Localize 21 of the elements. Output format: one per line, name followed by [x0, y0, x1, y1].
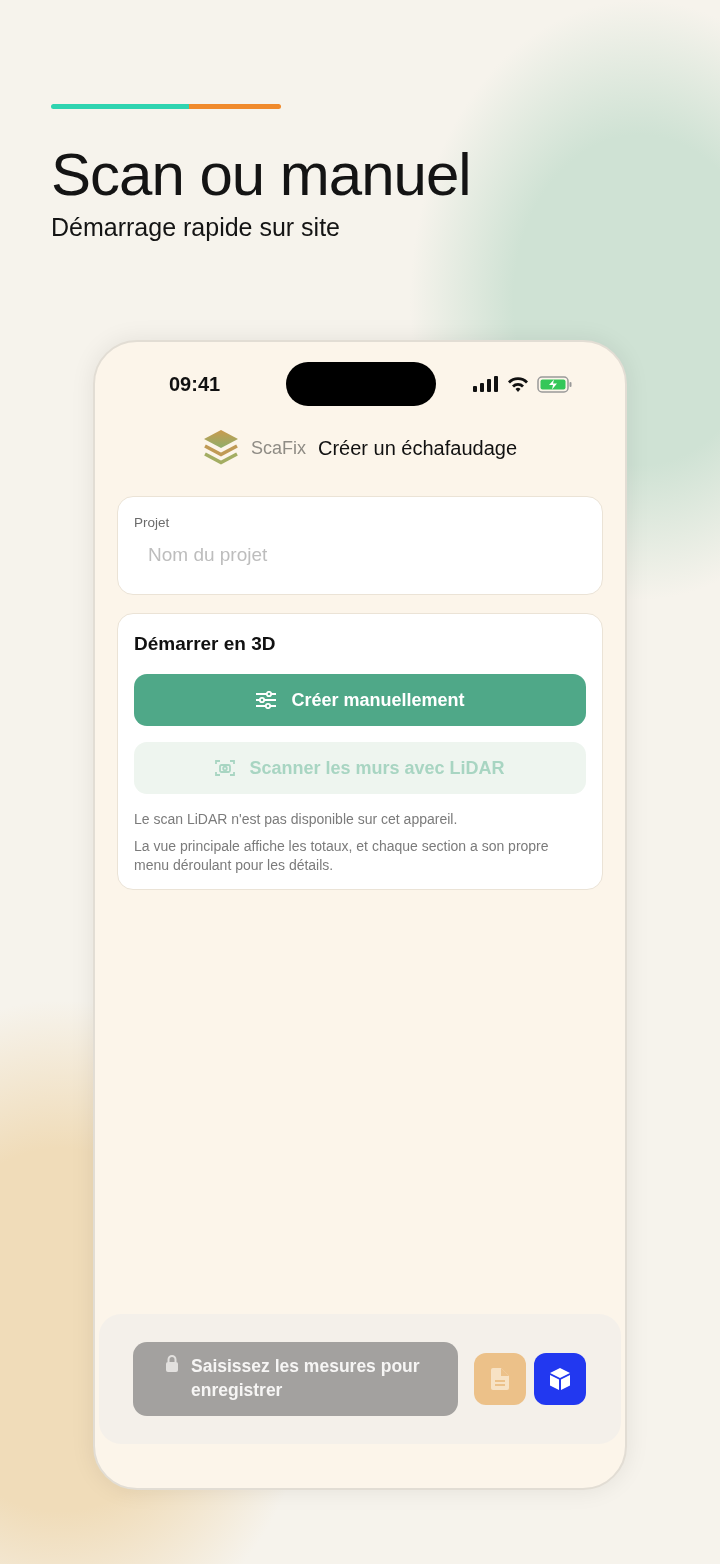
section-title: Démarrer en 3D [134, 631, 277, 656]
cube-icon [549, 1367, 571, 1391]
field-label: Projet [134, 514, 171, 532]
brand-name: ScaFix [250, 436, 306, 460]
signal-icon [473, 376, 499, 392]
subtitle: Démarrage rapide sur site [51, 212, 341, 243]
document-icon [491, 1368, 509, 1390]
screen-title: Créer un échafaudage [318, 436, 518, 461]
info-text: La vue principale affiche les totaux, et chaque section a son propre menu déroulant pour les détails. [134, 837, 550, 875]
layers-logo-icon [202, 429, 239, 467]
wifi-icon [507, 376, 529, 392]
camera-scan-icon [215, 759, 236, 778]
lock-icon [165, 1354, 179, 1372]
status-time: 09:41 [169, 372, 222, 397]
cube-button[interactable] [534, 1353, 586, 1405]
info-text: Le scan LiDAR n'est pas disponible sur cet appareil. [134, 810, 459, 830]
battery-icon [537, 375, 573, 393]
create-manually-button[interactable]: Créer manuellement [134, 674, 586, 727]
sliders-icon [255, 691, 278, 710]
headline: Scan ou manuel [51, 145, 472, 205]
project-name-field[interactable]: Nom du projet [148, 541, 548, 570]
